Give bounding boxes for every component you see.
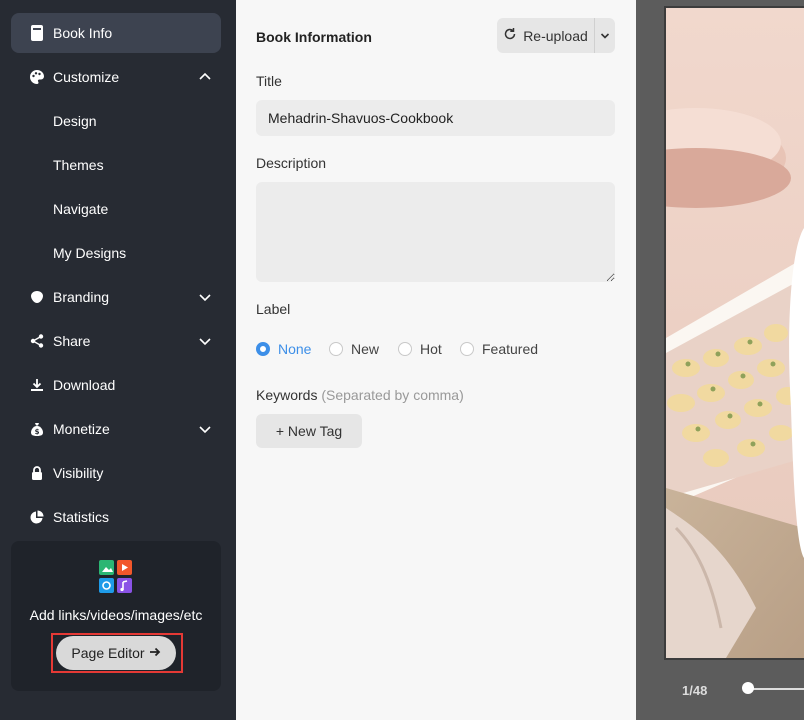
page-slider-thumb[interactable] [742,682,754,694]
keywords-label: Keywords (Separated by comma) [256,387,464,403]
lock-icon [29,465,45,481]
cover-image[interactable] [666,8,804,658]
radio-button [460,342,474,356]
download-icon [29,377,45,393]
reupload-label: Re-upload [523,27,588,44]
chevron-up-icon [197,69,213,85]
promo-text: Add links/videos/images/etc [29,607,203,623]
reupload-dropdown-toggle[interactable] [595,18,615,53]
chevron-down-icon [197,289,213,305]
label-label: Label [256,301,291,317]
pie-chart-icon [29,509,45,525]
sidebar-item-label: Customize [53,69,120,85]
share-icon [29,333,45,349]
radio-label: Featured [482,341,539,357]
sidebar-item-share[interactable]: Share [11,321,221,361]
radio-label: New [351,341,380,357]
page-editor-button[interactable]: Page Editor [56,636,176,670]
chevron-down-icon [197,333,213,349]
sidebar-subitem-themes[interactable]: Themes [53,157,104,173]
radio-button [256,342,270,356]
sidebar-item-label: Download [53,377,116,393]
title-input[interactable] [256,100,615,136]
sidebar-item-label: Share [53,333,91,349]
book-preview: 1/48 [636,0,804,720]
page-indicator: 1/48 [682,683,708,698]
sidebar-item-statistics[interactable]: Statistics [11,497,221,537]
sidebar: Book Info Customize Design Themes Naviga… [0,0,236,720]
arrow-right-icon [149,645,161,661]
sidebar-item-label: Book Info [53,25,113,41]
description-label: Description [256,155,327,171]
label-option-hot[interactable]: Hot [398,340,442,358]
sidebar-item-monetize[interactable]: $ Monetize [11,409,221,449]
sidebar-item-download[interactable]: Download [11,365,221,405]
label-option-none[interactable]: None [256,340,311,358]
keywords-hint: (Separated by comma) [321,387,464,403]
page-slider-track[interactable] [748,688,804,690]
sidebar-subitem-my-designs[interactable]: My Designs [53,245,126,261]
new-tag-button[interactable]: + New Tag [256,414,362,448]
money-bag-icon: $ [29,421,45,437]
reupload-button[interactable]: Re-upload [497,18,595,53]
label-option-new[interactable]: New [329,340,379,358]
sidebar-subitem-navigate[interactable]: Navigate [53,201,108,217]
sidebar-subitem-design[interactable]: Design [53,113,97,129]
sidebar-item-label: Branding [53,289,110,305]
palette-icon [29,69,45,85]
chevron-down-icon [600,28,610,44]
sidebar-item-customize[interactable]: Customize [11,57,221,97]
sidebar-item-label: Statistics [53,509,110,525]
radio-button [329,342,343,356]
section-title: Book Information [256,29,372,45]
svg-text:$: $ [35,428,40,436]
book-info-panel: Book Information Re-upload Title Descrip… [236,0,636,720]
title-label: Title [256,73,282,89]
radio-button [398,342,412,356]
radio-label: None [278,341,312,357]
sidebar-item-branding[interactable]: Branding [11,277,221,317]
sidebar-item-book-info[interactable]: Book Info [11,13,221,53]
sidebar-item-visibility[interactable]: Visibility [11,453,221,493]
media-grid-icon [99,560,133,594]
keywords-label-text: Keywords [256,387,318,403]
book-icon [29,25,45,41]
page-editor-button-label: Page Editor [71,645,145,661]
sidebar-item-label: Monetize [53,421,110,437]
badge-icon [29,289,45,305]
radio-label: Hot [420,341,442,357]
chevron-down-icon [197,421,213,437]
reupload-split-button: Re-upload [497,18,615,53]
refresh-icon [503,27,517,44]
sidebar-item-label: Visibility [53,465,104,481]
description-input[interactable] [256,182,615,282]
label-option-featured[interactable]: Featured [460,340,538,358]
